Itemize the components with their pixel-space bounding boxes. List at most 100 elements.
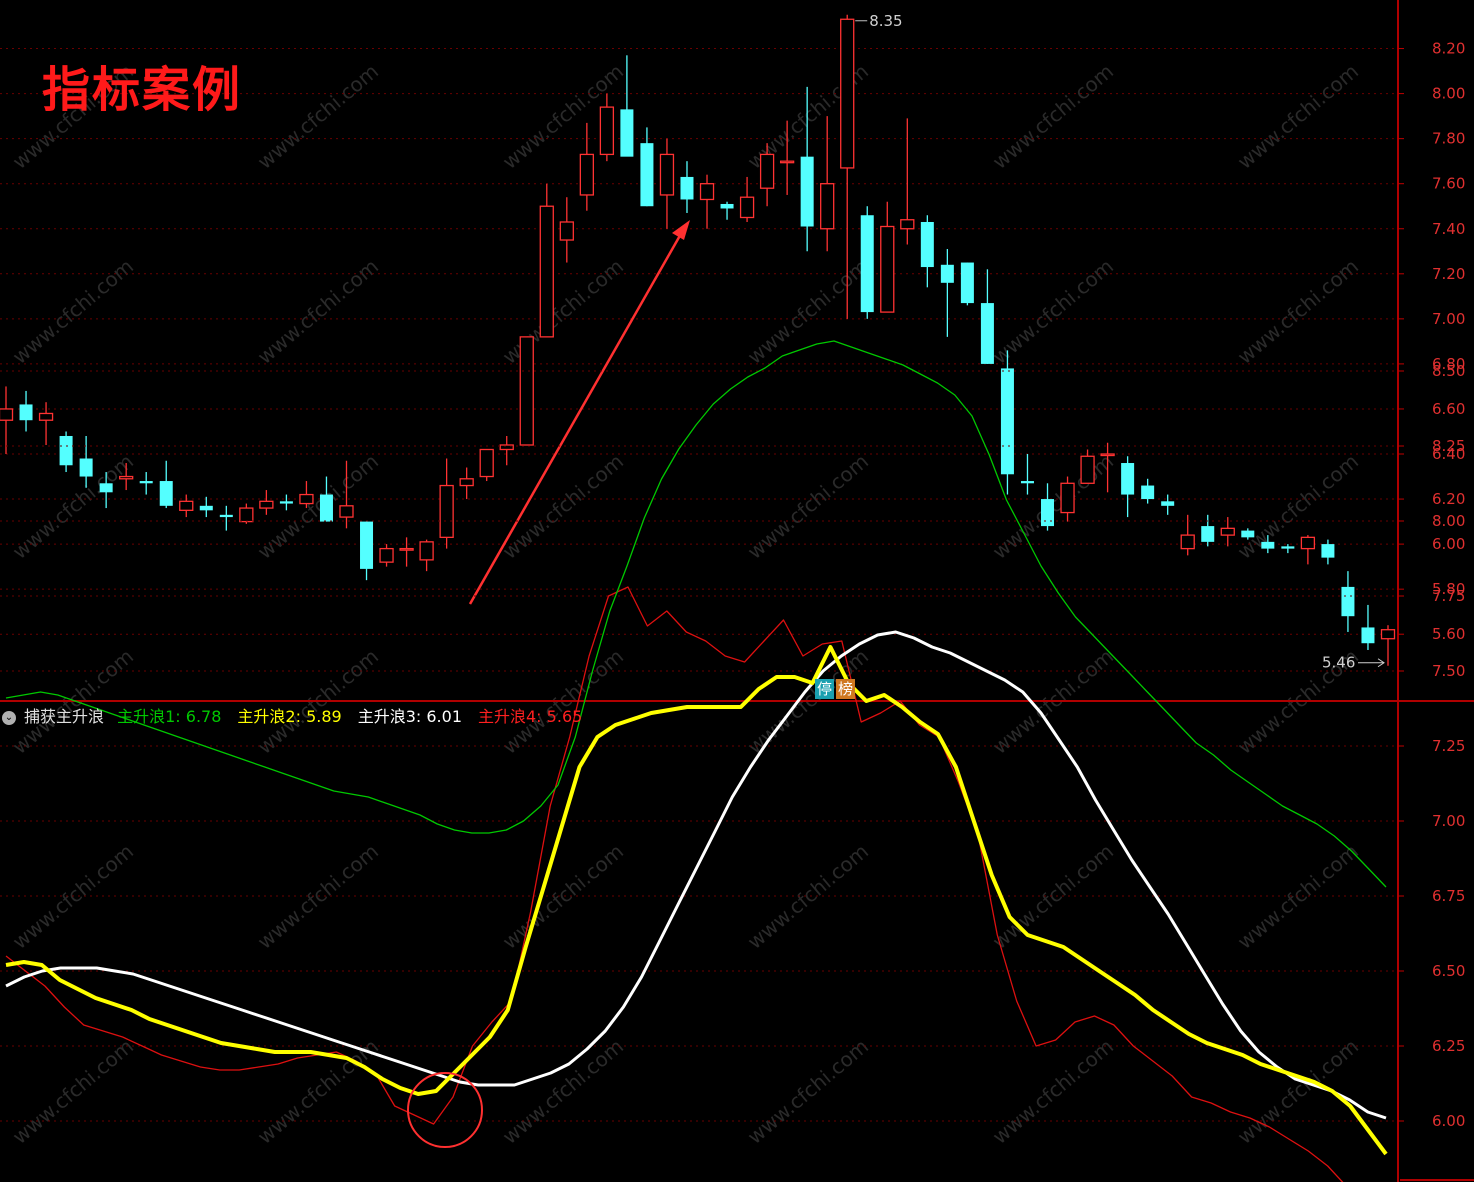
legend-item-2: 主升浪2: 5.89 — [237, 707, 349, 726]
candle-body — [199, 505, 213, 511]
candle-body — [559, 221, 574, 241]
candle-body — [680, 176, 694, 200]
candle — [1341, 571, 1355, 632]
candle-body — [479, 448, 494, 478]
indicator-tick-label: 8.00 — [1432, 512, 1465, 530]
candle-body — [1080, 455, 1095, 484]
candle-body — [1281, 546, 1295, 549]
watermark-text: www.cfchi.com — [988, 59, 1118, 174]
candle — [179, 494, 194, 518]
candle — [38, 402, 54, 445]
watermark-text: www.cfchi.com — [498, 254, 628, 369]
price-tick-label: 6.60 — [1432, 400, 1465, 418]
indicator-legend: ⌄ 捕获主升浪 主升浪1: 6.78 主升浪2: 5.89 主升浪3: 6.01 主升浪… — [0, 703, 606, 726]
indicator-tick-label: 7.75 — [1432, 587, 1465, 605]
candle-body — [179, 500, 194, 511]
candle-body — [759, 153, 775, 189]
candle-body — [1261, 541, 1275, 549]
candle — [159, 460, 173, 509]
indicator-tick-label: 6.25 — [1432, 1037, 1465, 1055]
legend-value: 6.01 — [426, 707, 462, 726]
indicator-name[interactable]: 捕获主升浪 — [24, 707, 104, 726]
candle-body — [0, 408, 14, 421]
candle — [1361, 604, 1375, 650]
candle-body — [820, 183, 835, 230]
indicator-settings-icon[interactable]: ⌄ — [2, 710, 16, 725]
candle — [19, 390, 33, 432]
candle-body — [960, 262, 974, 304]
candle-body — [620, 109, 634, 157]
candle — [59, 431, 73, 473]
candle — [1000, 350, 1014, 495]
candle-body — [860, 215, 874, 313]
candle-body — [1000, 368, 1014, 475]
price-tick-label: 6.20 — [1432, 490, 1465, 508]
candle-body — [980, 303, 994, 364]
ranking-badge[interactable]: 榜 — [836, 679, 856, 699]
candle — [519, 336, 534, 446]
candle-body — [139, 481, 153, 484]
candle — [299, 481, 314, 509]
price-tick-label: 7.00 — [1432, 310, 1465, 328]
candle-body — [1020, 481, 1034, 484]
candle — [680, 161, 694, 213]
candle-body — [259, 500, 274, 509]
indicator-tick-label: 7.00 — [1432, 812, 1465, 830]
candle — [659, 138, 675, 229]
candle — [279, 494, 293, 511]
indicator-tick-label: 6.00 — [1432, 1112, 1465, 1130]
candle — [720, 201, 734, 220]
candle — [699, 174, 715, 229]
candle — [920, 215, 934, 288]
candle — [139, 472, 153, 495]
candle-body — [399, 547, 414, 551]
candle-body — [880, 225, 895, 313]
price-tick-label: 8.00 — [1432, 85, 1465, 103]
legend-item-4: 主升浪4: 5.65 — [478, 707, 590, 726]
candle-body — [1361, 627, 1375, 644]
chart-title: 指标案例 — [42, 62, 243, 118]
candle-body — [900, 219, 915, 230]
price-tick-label: 7.80 — [1432, 130, 1465, 148]
legend-value: 5.89 — [306, 707, 342, 726]
watermark-text: www.cfchi.com — [988, 1034, 1118, 1149]
halt-badge[interactable]: 停 — [815, 679, 835, 699]
candle-body — [1041, 499, 1055, 527]
candle-body — [99, 483, 113, 493]
trend-arrow-head — [672, 220, 690, 240]
candle — [1080, 449, 1095, 484]
candle — [259, 490, 274, 515]
candle — [820, 116, 835, 252]
candle-body — [1241, 530, 1255, 538]
legend-label: 主升浪2: — [237, 707, 307, 726]
candle — [360, 521, 374, 581]
candle — [960, 262, 974, 306]
price-tick-label: 5.60 — [1432, 625, 1465, 643]
candle — [980, 269, 994, 364]
watermark-text: www.cfchi.com — [1233, 254, 1363, 369]
candle-body — [940, 264, 954, 283]
legend-item-3: 主升浪3: 6.01 — [358, 707, 470, 726]
watermark-text: www.cfchi.com — [8, 449, 138, 564]
indicator-line-1 — [5, 340, 1387, 888]
candle-body — [1201, 526, 1215, 542]
candle — [499, 435, 514, 466]
candle-body — [519, 336, 534, 446]
candle-body — [1141, 485, 1155, 500]
candle — [1281, 544, 1295, 554]
indicator-tick-label: 7.50 — [1432, 662, 1465, 680]
watermark-text: www.cfchi.com — [498, 1034, 628, 1149]
candle-body — [1380, 629, 1396, 640]
candle-body — [319, 494, 333, 522]
candle — [559, 197, 574, 263]
candle — [1321, 539, 1335, 565]
watermark-text: www.cfchi.com — [743, 1034, 873, 1149]
candle-body — [299, 493, 314, 505]
candle — [1380, 625, 1396, 666]
candle — [1201, 514, 1215, 547]
candle-body — [920, 221, 934, 268]
candle — [1141, 478, 1155, 504]
price-tick-label: 7.40 — [1432, 220, 1465, 238]
candle-body — [419, 541, 434, 561]
candle — [219, 505, 233, 531]
